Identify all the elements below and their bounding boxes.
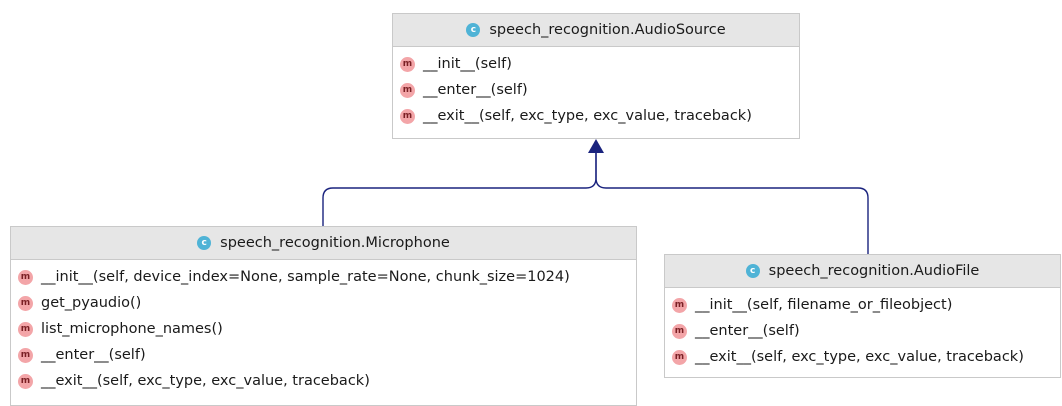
method-signature: __init__(self): [423, 56, 512, 72]
method-signature: list_microphone_names(): [41, 321, 223, 337]
method-row[interactable]: m __enter__(self): [665, 318, 1060, 344]
class-icon: c: [197, 236, 212, 250]
method-icon: m: [672, 297, 687, 313]
method-signature: __enter__(self): [423, 82, 528, 98]
class-name: speech_recognition.Microphone: [220, 235, 450, 251]
class-name: speech_recognition.AudioFile: [768, 263, 980, 279]
method-row[interactable]: m __init__(self): [393, 51, 799, 77]
method-icon: m: [672, 323, 687, 339]
method-signature: __init__(self, filename_or_fileobject): [695, 297, 953, 313]
method-signature: __exit__(self, exc_type, exc_value, trac…: [423, 108, 752, 124]
method-row[interactable]: m __exit__(self, exc_type, exc_value, tr…: [665, 344, 1060, 370]
class-name: speech_recognition.AudioSource: [489, 22, 726, 38]
class-header: c speech_recognition.AudioFile: [665, 255, 1060, 288]
method-icon: m: [18, 321, 33, 337]
method-icon: m: [18, 373, 33, 389]
member-list: m __init__(self, device_index=None, samp…: [11, 260, 636, 394]
class-icon: c: [745, 264, 760, 278]
method-row[interactable]: m __enter__(self): [11, 342, 636, 368]
member-list: m __init__(self, filename_or_fileobject)…: [665, 288, 1060, 370]
member-list: m __init__(self) m __enter__(self) m __e…: [393, 47, 799, 129]
class-icon: c: [466, 23, 481, 37]
class-header: c speech_recognition.AudioSource: [393, 14, 799, 47]
method-signature: get_pyaudio(): [41, 295, 142, 311]
class-header: c speech_recognition.Microphone: [11, 227, 636, 260]
method-row[interactable]: m get_pyaudio(): [11, 290, 636, 316]
method-signature: __enter__(self): [41, 347, 146, 363]
method-signature: __init__(self, device_index=None, sample…: [41, 269, 570, 285]
method-row[interactable]: m __init__(self, filename_or_fileobject): [665, 292, 1060, 318]
method-row[interactable]: m list_microphone_names(): [11, 316, 636, 342]
method-icon: m: [18, 295, 33, 311]
method-icon: m: [672, 349, 687, 365]
method-row[interactable]: m __exit__(self, exc_type, exc_value, tr…: [393, 103, 799, 129]
method-signature: __exit__(self, exc_type, exc_value, trac…: [41, 373, 370, 389]
method-signature: __enter__(self): [695, 323, 800, 339]
method-row[interactable]: m __enter__(self): [393, 77, 799, 103]
inheritance-arrowhead-icon: [588, 139, 604, 153]
method-icon: m: [18, 269, 33, 285]
method-icon: m: [18, 347, 33, 363]
class-microphone[interactable]: c speech_recognition.Microphone m __init…: [10, 226, 637, 406]
method-icon: m: [400, 108, 415, 124]
method-row[interactable]: m __exit__(self, exc_type, exc_value, tr…: [11, 368, 636, 394]
method-signature: __exit__(self, exc_type, exc_value, trac…: [695, 349, 1024, 365]
method-icon: m: [400, 82, 415, 98]
method-icon: m: [400, 56, 415, 72]
method-row[interactable]: m __init__(self, device_index=None, samp…: [11, 264, 636, 290]
class-audiosource[interactable]: c speech_recognition.AudioSource m __ini…: [392, 13, 800, 139]
class-audiofile[interactable]: c speech_recognition.AudioFile m __init_…: [664, 254, 1061, 378]
edge-microphone-to-audiosource: [322, 152, 597, 226]
